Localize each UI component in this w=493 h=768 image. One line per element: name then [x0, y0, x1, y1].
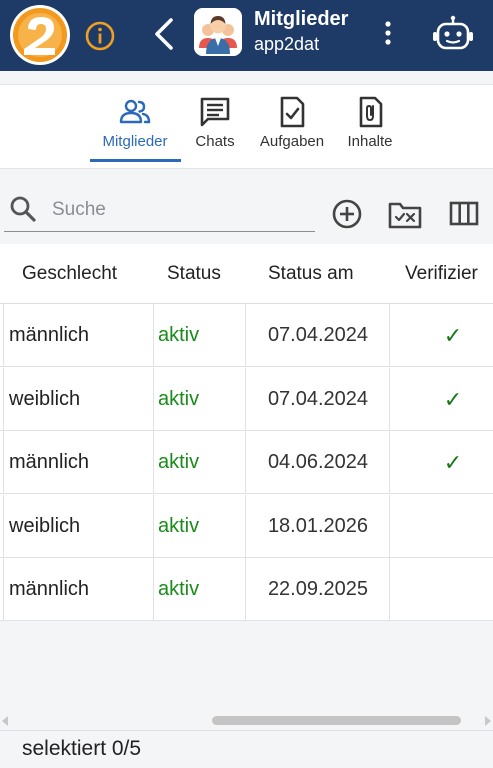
back-arrow-icon[interactable] [151, 17, 177, 51]
page-subtitle: app2dat [254, 34, 320, 54]
tab-label: Aufgaben [259, 133, 325, 150]
cell-verified: ✓ [443, 323, 463, 348]
app2dat-logo[interactable] [10, 5, 70, 65]
cell-gender: weiblich [9, 515, 81, 537]
search-icon [8, 194, 38, 224]
table-row[interactable]: weiblich aktiv 18.01.2026 [0, 495, 493, 558]
tab-label: Mitglieder [102, 133, 168, 150]
column-header-status[interactable]: Status [167, 263, 221, 285]
cell-gender: männlich [9, 578, 90, 600]
cell-status-date: 22.09.2025 [267, 578, 369, 600]
cell-gender: weiblich [9, 388, 81, 410]
cell-verified [390, 558, 493, 621]
task-icon [275, 95, 309, 129]
page-title: Mitglieder [254, 8, 349, 30]
folder-filter-icon[interactable] [388, 200, 422, 230]
scrollbar-thumb[interactable] [212, 716, 461, 725]
search-input[interactable] [52, 194, 312, 226]
cell-status-date: 04.06.2024 [267, 451, 369, 473]
table-row[interactable]: weiblich aktiv 07.04.2024 ✓ [0, 368, 493, 431]
search-underline [4, 231, 315, 232]
more-vertical-icon[interactable] [378, 18, 398, 48]
cell-verified: ✓ [443, 450, 463, 475]
group-avatar[interactable] [194, 8, 242, 56]
app-header: Mitglieder app2dat [0, 0, 493, 71]
search-toolbar [0, 170, 493, 244]
cell-gender: männlich [9, 324, 90, 346]
people-icon [118, 95, 152, 129]
cell-status: aktiv [158, 515, 200, 537]
scroll-left-arrow-icon[interactable] [2, 716, 8, 726]
table-row[interactable]: männlich aktiv 22.09.2025 [0, 558, 493, 621]
info-icon[interactable] [84, 20, 116, 52]
tab-chats[interactable]: Chats [190, 95, 240, 150]
scroll-right-arrow-icon[interactable] [485, 716, 491, 726]
tab-aufgaben[interactable]: Aufgaben [255, 95, 329, 150]
column-header-geschlecht[interactable]: Geschlecht [22, 263, 117, 285]
column-header-status-am[interactable]: Status am [268, 263, 354, 285]
cell-status: aktiv [158, 578, 200, 600]
cell-status-date: 07.04.2024 [267, 388, 369, 410]
tab-label: Inhalte [347, 133, 393, 150]
selection-count: selektiert 0/5 [22, 737, 142, 760]
tab-inhalte[interactable]: Inhalte [342, 95, 398, 150]
add-circle-icon[interactable] [331, 198, 363, 230]
selection-footer: selektiert 0/5 [0, 730, 493, 768]
chatbot-icon[interactable] [432, 15, 474, 53]
cell-verified: ✓ [443, 387, 463, 412]
tab-mitglieder[interactable]: Mitglieder [96, 95, 174, 150]
members-table: Geschlecht Status Status am Verifizier m… [0, 244, 493, 621]
tab-bar: Mitglieder Chats Aufgaben Inhalte [0, 84, 493, 169]
cell-status: aktiv [158, 388, 200, 410]
attachment-icon [353, 95, 387, 129]
cell-verified [390, 495, 493, 558]
chat-icon [198, 95, 232, 129]
cell-status-date: 18.01.2026 [267, 515, 369, 537]
table-header: Geschlecht Status Status am Verifizier [0, 244, 493, 304]
tab-label: Chats [195, 133, 235, 150]
cell-gender: männlich [9, 451, 90, 473]
active-tab-indicator [90, 159, 181, 162]
columns-icon[interactable] [449, 200, 479, 228]
horizontal-scrollbar[interactable] [0, 712, 493, 730]
table-row[interactable]: männlich aktiv 07.04.2024 ✓ [0, 304, 493, 367]
cell-status: aktiv [158, 451, 200, 473]
app-root: Mitglieder app2dat Mitglieder Chats Aufg… [0, 0, 493, 768]
cell-status: aktiv [158, 324, 200, 346]
cell-status-date: 07.04.2024 [267, 324, 369, 346]
column-header-verifiziert[interactable]: Verifizier [405, 263, 478, 285]
table-row[interactable]: männlich aktiv 04.06.2024 ✓ [0, 431, 493, 494]
